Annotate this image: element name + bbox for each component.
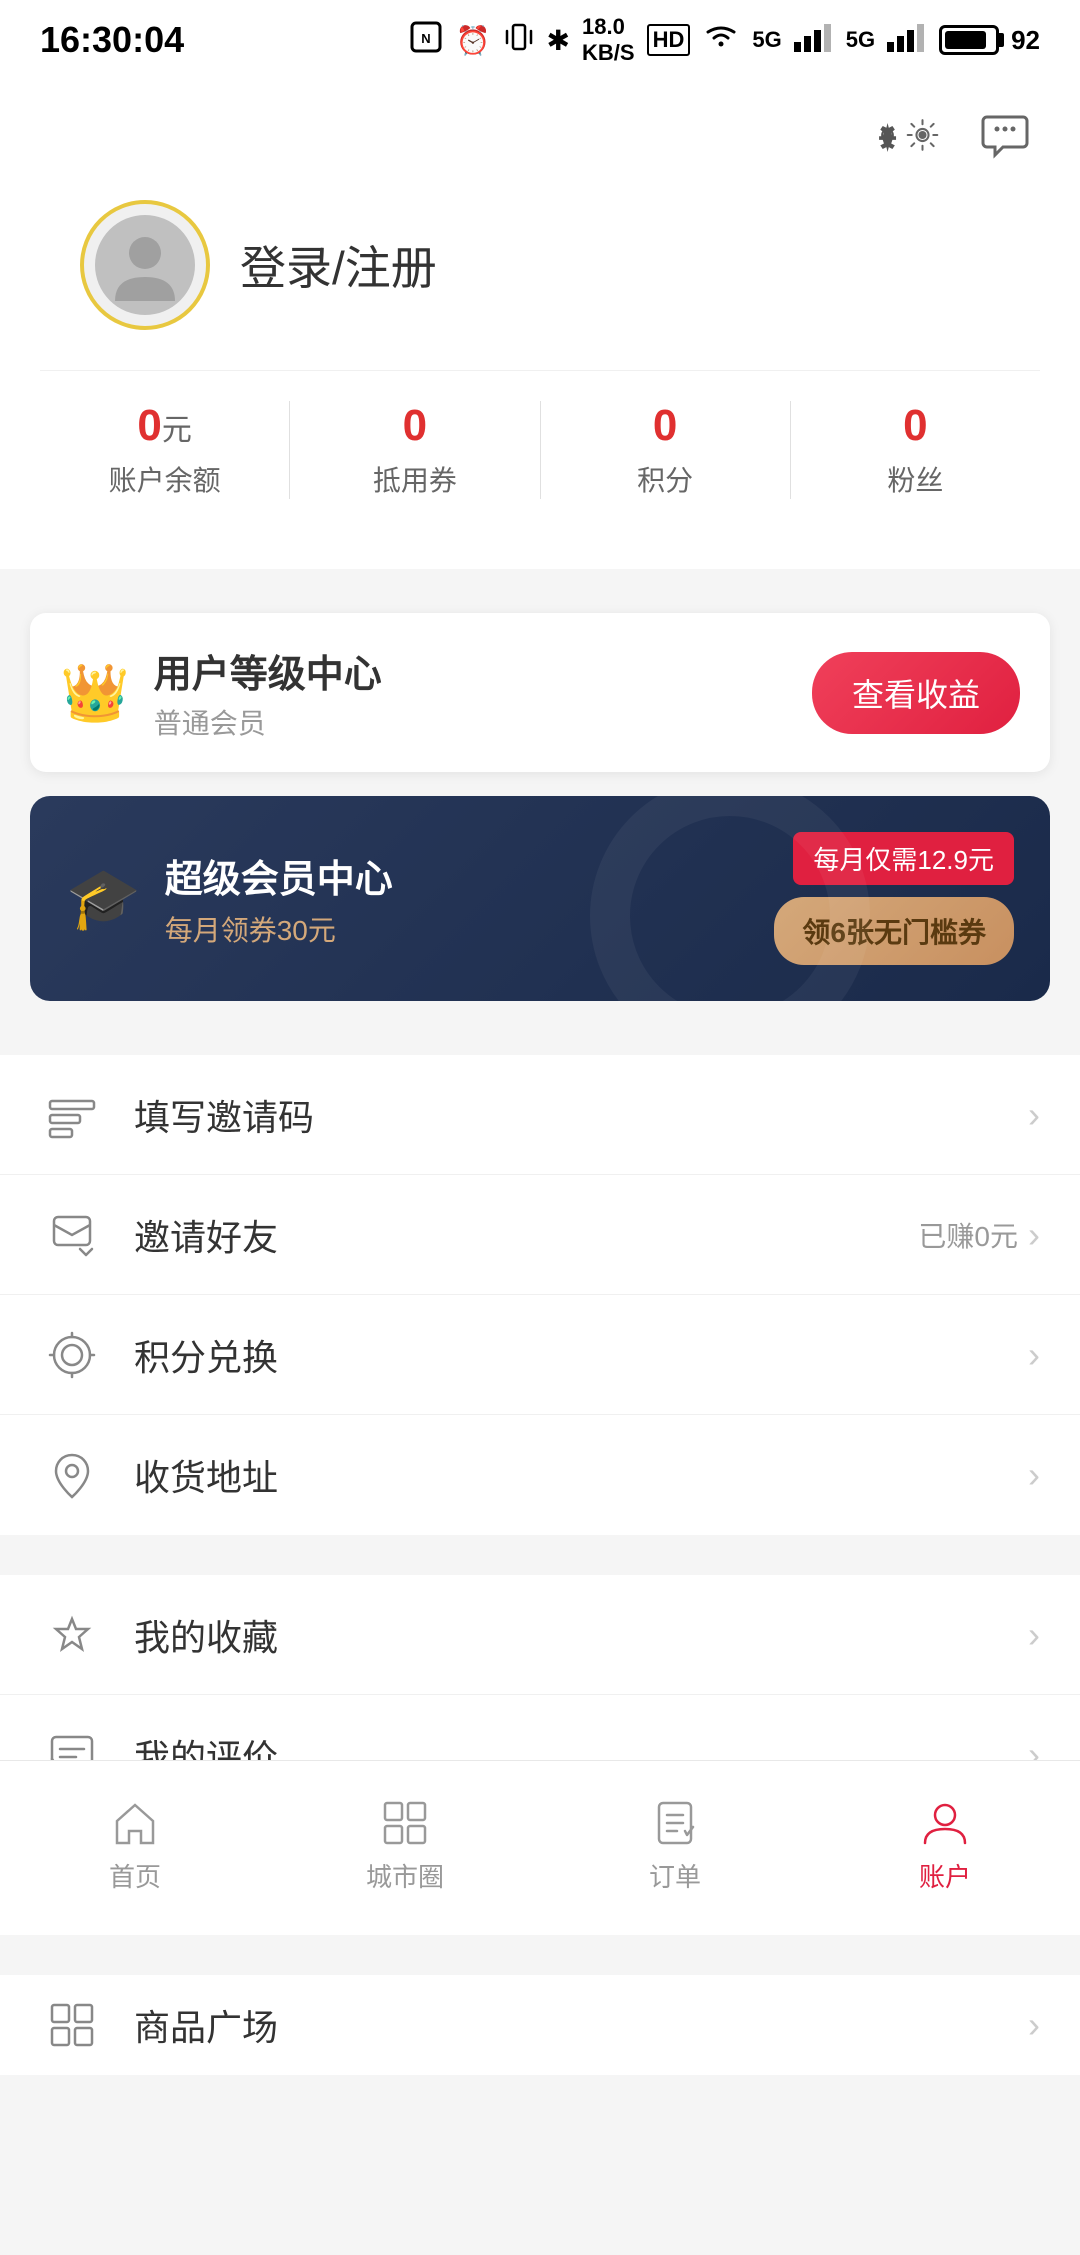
data-speed-icon: 18.0KB/S bbox=[582, 14, 635, 66]
menu-item-points[interactable]: 积分兑换 › bbox=[0, 1295, 1080, 1415]
balance-label: 账户余额 bbox=[109, 459, 221, 499]
bottom-nav: 首页 城市圈 订单 账户 bbox=[0, 1760, 1080, 1920]
coupon-label: 抵用券 bbox=[373, 459, 457, 499]
battery-icon bbox=[939, 25, 999, 55]
super-vip-right: 每月仅需12.9元 领6张无门槛券 bbox=[774, 832, 1014, 965]
graduation-icon: 🎓 bbox=[66, 863, 141, 934]
nfc-icon: N bbox=[408, 19, 444, 62]
signal-bars-2-icon bbox=[887, 22, 927, 59]
wifi-icon bbox=[702, 22, 740, 59]
super-vip-banner[interactable]: 🎓 超级会员中心 每月领券30元 每月仅需12.9元 领6张无门槛券 bbox=[30, 796, 1050, 1001]
points-label: 积分 bbox=[637, 459, 693, 499]
alarm-icon: ⏰ bbox=[456, 24, 491, 57]
menu-item-invite-friend[interactable]: 邀请好友 已赚0元 › bbox=[0, 1175, 1080, 1295]
chevron-icon-3: › bbox=[1028, 1334, 1040, 1376]
avatar[interactable] bbox=[80, 200, 210, 330]
stat-coupon[interactable]: 0 抵用券 bbox=[290, 401, 540, 499]
menu-item-address[interactable]: 收货地址 › bbox=[0, 1415, 1080, 1535]
signal-bars-icon bbox=[794, 22, 834, 59]
chevron-icon-2: › bbox=[1028, 1214, 1040, 1256]
invite-friend-label: 邀请好友 bbox=[134, 1209, 918, 1261]
market-label: 商品广场 bbox=[134, 1999, 1028, 2051]
points-right: › bbox=[1028, 1334, 1040, 1376]
menu-group-3: 商品广场 › bbox=[0, 1975, 1080, 2075]
status-bar: 16:30:04 N ⏰ ✱ 18.0KB/S HD 5G 5G bbox=[0, 0, 1080, 80]
super-vip-info: 🎓 超级会员中心 每月领券30元 bbox=[66, 848, 393, 949]
vip-info: 👑 用户等级中心 普通会员 bbox=[60, 643, 382, 742]
invite-earned: 已赚0元 bbox=[918, 1215, 1018, 1255]
chevron-icon-5: › bbox=[1028, 1614, 1040, 1656]
battery-percent: 92 bbox=[1011, 25, 1040, 56]
header: 登录/注册 0元 账户余额 0 抵用券 0 积分 0 粉丝 bbox=[0, 80, 1080, 569]
city-icon bbox=[379, 1797, 431, 1849]
status-time: 16:30:04 bbox=[40, 19, 184, 61]
stats-row: 0元 账户余额 0 抵用券 0 积分 0 粉丝 bbox=[40, 370, 1040, 539]
get-coupon-button[interactable]: 领6张无门槛券 bbox=[774, 897, 1014, 965]
points-label: 积分兑换 bbox=[134, 1329, 1028, 1381]
vip-level-card[interactable]: 👑 用户等级中心 普通会员 查看收益 bbox=[30, 613, 1050, 772]
avatar-image bbox=[95, 215, 195, 315]
points-exchange-icon bbox=[40, 1323, 104, 1387]
menu-item-favorites[interactable]: 我的收藏 › bbox=[0, 1575, 1080, 1695]
fans-value: 0 bbox=[903, 401, 927, 451]
fans-label: 粉丝 bbox=[887, 459, 943, 499]
header-icons bbox=[40, 100, 1040, 170]
nav-account[interactable]: 账户 bbox=[810, 1787, 1080, 1894]
nav-orders[interactable]: 订单 bbox=[540, 1787, 810, 1894]
vibrate-icon bbox=[503, 21, 535, 60]
invite-code-label: 填写邀请码 bbox=[134, 1089, 1028, 1141]
menu-item-market[interactable]: 商品广场 › bbox=[0, 1975, 1080, 2075]
nav-city-label: 城市圈 bbox=[366, 1857, 444, 1894]
market-right: › bbox=[1028, 2004, 1040, 2046]
stat-balance[interactable]: 0元 账户余额 bbox=[40, 401, 290, 499]
crown-icon: 👑 bbox=[60, 660, 130, 726]
account-icon bbox=[919, 1797, 971, 1849]
chevron-icon-8: › bbox=[1028, 2004, 1040, 2046]
login-link[interactable]: 登录/注册 bbox=[240, 232, 437, 298]
nav-home-label: 首页 bbox=[109, 1857, 161, 1894]
settings-button[interactable] bbox=[870, 100, 940, 170]
hd-icon: HD bbox=[647, 24, 691, 56]
stat-fans[interactable]: 0 粉丝 bbox=[791, 401, 1040, 499]
chevron-icon: › bbox=[1028, 1094, 1040, 1136]
nav-orders-label: 订单 bbox=[649, 1857, 701, 1894]
vip-subtitle: 普通会员 bbox=[154, 702, 382, 742]
signal-5g-icon: 5G bbox=[752, 27, 781, 53]
home-icon bbox=[109, 1797, 161, 1849]
favorites-icon bbox=[40, 1603, 104, 1667]
invite-friend-right: 已赚0元 › bbox=[918, 1214, 1040, 1256]
status-icons: N ⏰ ✱ 18.0KB/S HD 5G 5G 92 bbox=[408, 14, 1040, 66]
balance-value: 0元 bbox=[137, 401, 191, 451]
signal-5g-2-icon: 5G bbox=[846, 27, 875, 53]
orders-icon bbox=[649, 1797, 701, 1849]
favorites-label: 我的收藏 bbox=[134, 1609, 1028, 1661]
bluetooth-icon: ✱ bbox=[547, 24, 570, 57]
coupon-value: 0 bbox=[403, 401, 427, 451]
vip-title: 用户等级中心 bbox=[154, 643, 382, 698]
svg-text:N: N bbox=[421, 31, 430, 46]
price-badge: 每月仅需12.9元 bbox=[793, 832, 1014, 885]
super-vip-title: 超级会员中心 bbox=[165, 848, 393, 903]
address-icon bbox=[40, 1443, 104, 1507]
address-label: 收货地址 bbox=[134, 1449, 1028, 1501]
address-right: › bbox=[1028, 1454, 1040, 1496]
menu-group-1: 填写邀请码 › 邀请好友 已赚0元 › bbox=[0, 1055, 1080, 1535]
stat-points[interactable]: 0 积分 bbox=[541, 401, 791, 499]
nav-city[interactable]: 城市圈 bbox=[270, 1787, 540, 1894]
menu-item-invite-code[interactable]: 填写邀请码 › bbox=[0, 1055, 1080, 1175]
invite-code-icon bbox=[40, 1083, 104, 1147]
market-icon bbox=[40, 1993, 104, 2057]
nav-home[interactable]: 首页 bbox=[0, 1787, 270, 1894]
view-earnings-button[interactable]: 查看收益 bbox=[812, 652, 1020, 734]
chevron-icon-4: › bbox=[1028, 1454, 1040, 1496]
invite-friend-icon bbox=[40, 1203, 104, 1267]
super-vip-subtitle: 每月领券30元 bbox=[165, 909, 393, 949]
profile-section[interactable]: 登录/注册 bbox=[40, 200, 1040, 370]
invite-code-right: › bbox=[1028, 1094, 1040, 1136]
favorites-right: › bbox=[1028, 1614, 1040, 1656]
nav-account-label: 账户 bbox=[919, 1857, 971, 1894]
chat-button[interactable] bbox=[970, 100, 1040, 170]
points-value: 0 bbox=[653, 401, 677, 451]
